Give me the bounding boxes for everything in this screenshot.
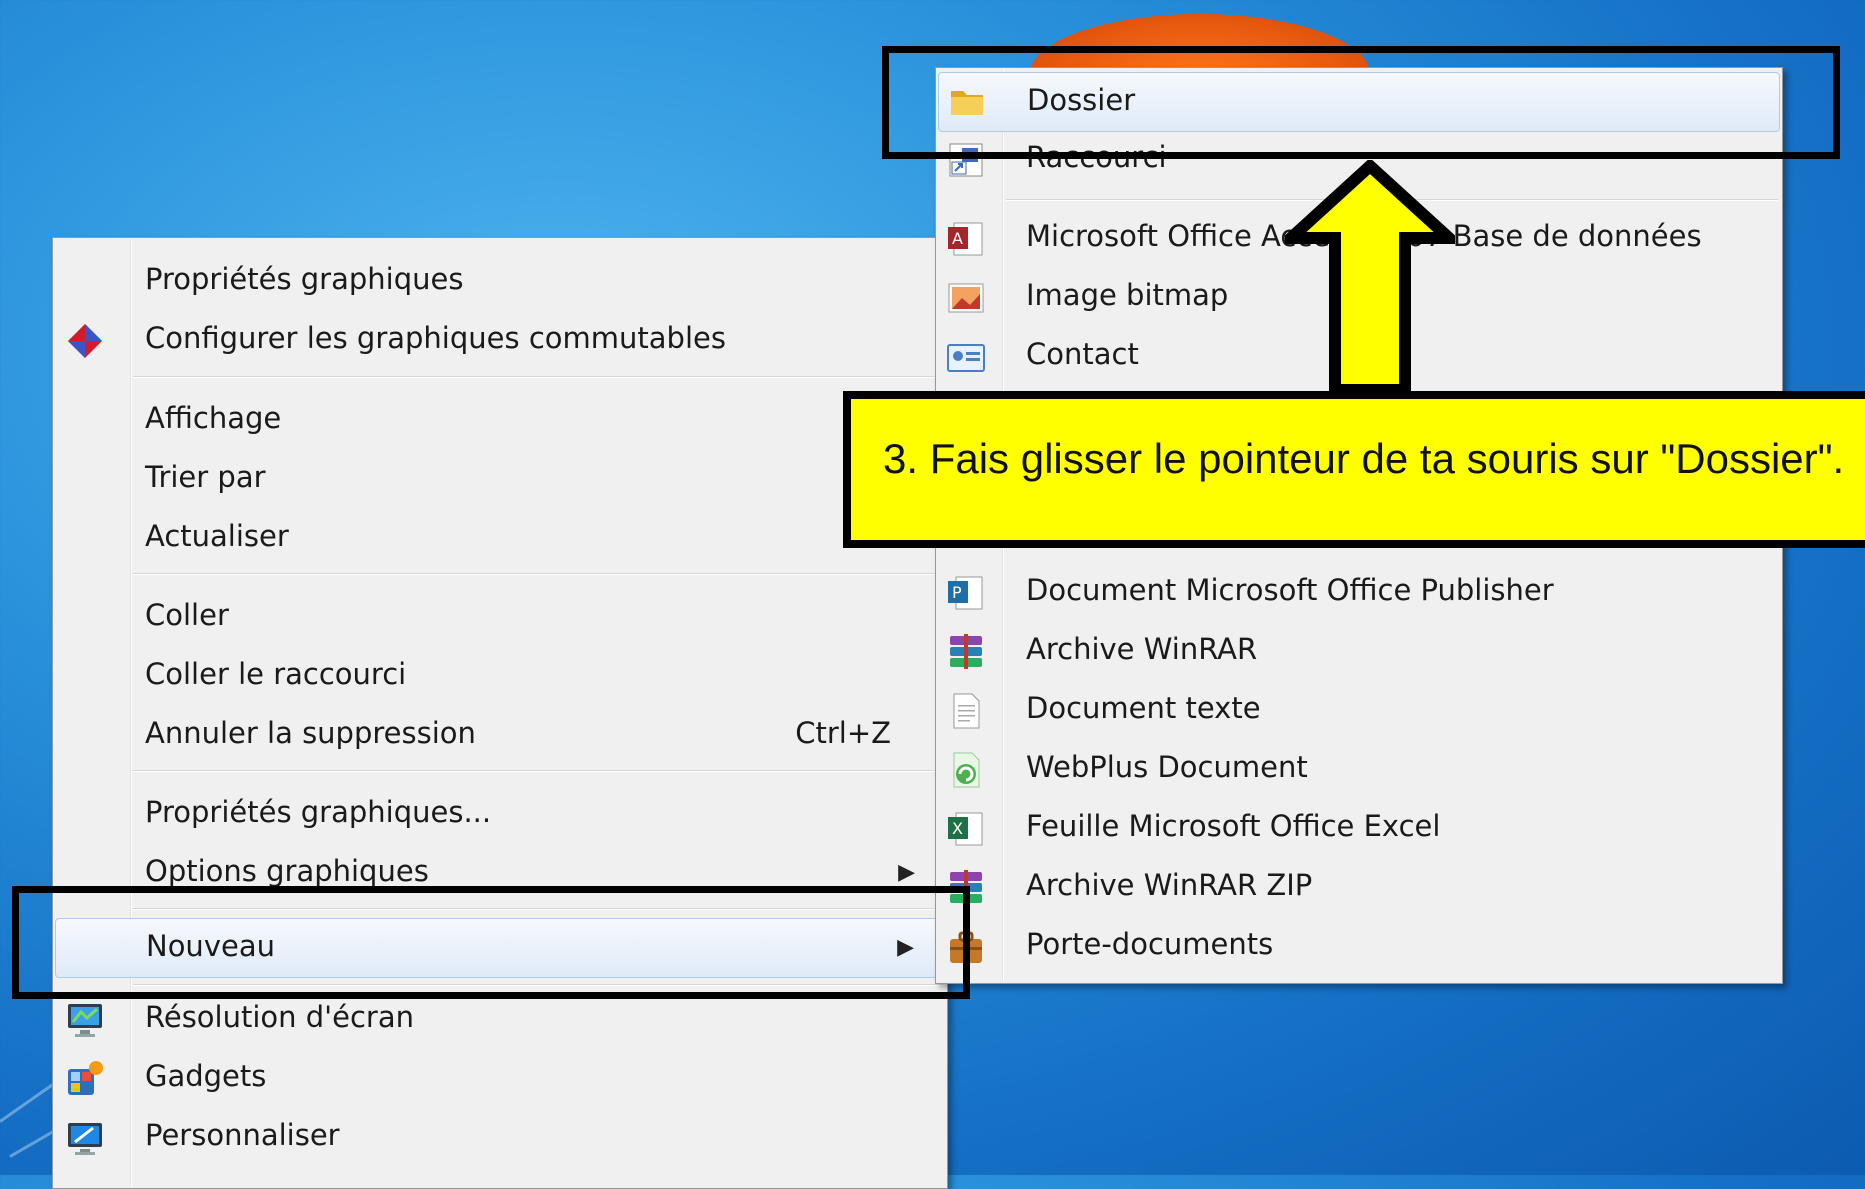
submenu-item-winrar[interactable]: Archive WinRAR (938, 624, 1780, 680)
menu-item-switchable-graphics[interactable]: Configurer les graphiques commutables (55, 313, 945, 369)
switchable-graphics-icon (68, 324, 102, 358)
menu-item-screen-resolution[interactable]: Résolution d'écran (55, 992, 945, 1048)
up-arrow-icon (1285, 160, 1455, 395)
menu-item-paste-shortcut[interactable]: Coller le raccourci (55, 649, 945, 705)
menu-item-label: Affichage (145, 401, 282, 435)
menu-item-label: Actualiser (145, 519, 289, 553)
menu-item-paste[interactable]: Coller (55, 590, 945, 646)
menu-item-label: Contact (1026, 337, 1139, 371)
menu-item-label: Coller le raccourci (145, 657, 407, 691)
webplus-icon (953, 752, 980, 788)
menu-item-label: Personnaliser (145, 1118, 340, 1152)
submenu-item-webplus[interactable]: WebPlus Document (938, 742, 1780, 798)
menu-item-sort-by[interactable]: Trier par (55, 452, 945, 508)
menu-item-label: Document Microsoft Office Publisher (1026, 573, 1554, 607)
menu-item-label: Propriétés graphiques (145, 262, 464, 296)
menu-item-graphics-properties[interactable]: Propriétés graphiques (55, 254, 945, 310)
publisher-icon: P (948, 576, 983, 610)
menu-item-label: Coller (145, 598, 229, 632)
menu-item-label: Trier par (145, 460, 266, 494)
svg-text:P: P (952, 583, 962, 602)
excel-icon: X (948, 812, 983, 846)
gadgets-icon (68, 1061, 103, 1095)
menu-item-label: Gadgets (145, 1059, 267, 1093)
menu-item-shortcut: Ctrl+Z (795, 716, 891, 750)
menu-item-label: Document texte (1026, 691, 1261, 725)
personalize-icon (68, 1123, 102, 1155)
menu-item-label: Annuler la suppression (145, 716, 476, 750)
submenu-item-briefcase[interactable]: Porte-documents (938, 919, 1780, 975)
menu-item-label: Configurer les graphiques commutables (145, 321, 726, 355)
menu-item-label: Archive WinRAR ZIP (1026, 868, 1313, 902)
bitmap-icon (948, 283, 984, 313)
menu-item-label: Archive WinRAR (1026, 632, 1258, 666)
submenu-item-winrar-zip[interactable]: Archive WinRAR ZIP (938, 860, 1780, 916)
menu-item-label: Options graphiques (145, 854, 429, 888)
menu-separator (133, 770, 943, 772)
menu-item-refresh[interactable]: Actualiser (55, 511, 945, 567)
submenu-arrow-icon: ▶ (898, 860, 915, 885)
desktop-context-menu: Propriétés graphiques Configurer les gra… (52, 237, 948, 1189)
menu-item-label: Feuille Microsoft Office Excel (1026, 809, 1441, 843)
menu-item-label: Résolution d'écran (145, 1000, 414, 1034)
menu-separator (133, 573, 943, 575)
contact-icon (947, 344, 985, 372)
menu-item-personalize[interactable]: Personnaliser (55, 1110, 945, 1166)
menu-item-label: Porte-documents (1026, 927, 1274, 961)
svg-text:A: A (952, 229, 963, 248)
menu-item-graphics-properties-dialog[interactable]: Propriétés graphiques... (55, 787, 945, 843)
menu-item-view[interactable]: Affichage (55, 393, 945, 449)
instruction-text: 3. Fais glisser le pointeur de ta souris… (883, 435, 1845, 482)
highlight-box-dossier (882, 46, 1840, 159)
menu-item-label: Propriétés graphiques... (145, 795, 492, 829)
menu-item-label: WebPlus Document (1026, 750, 1308, 784)
menu-separator (133, 376, 943, 378)
menu-item-undo-delete[interactable]: Annuler la suppression Ctrl+Z (55, 708, 945, 764)
submenu-item-text-document[interactable]: Document texte (938, 683, 1780, 739)
menu-item-label: Image bitmap (1026, 278, 1229, 312)
text-document-icon (953, 693, 980, 729)
highlight-box-nouveau (12, 886, 970, 999)
svg-text:X: X (952, 819, 963, 838)
menu-item-gadgets[interactable]: Gadgets (55, 1051, 945, 1107)
submenu-item-excel[interactable]: X Feuille Microsoft Office Excel (938, 801, 1780, 857)
submenu-item-publisher[interactable]: P Document Microsoft Office Publisher (938, 565, 1780, 621)
instruction-callout: 3. Fais glisser le pointeur de ta souris… (843, 391, 1865, 548)
winrar-icon (950, 634, 982, 669)
screen-resolution-icon (68, 1004, 102, 1037)
access-icon: A (948, 222, 983, 256)
